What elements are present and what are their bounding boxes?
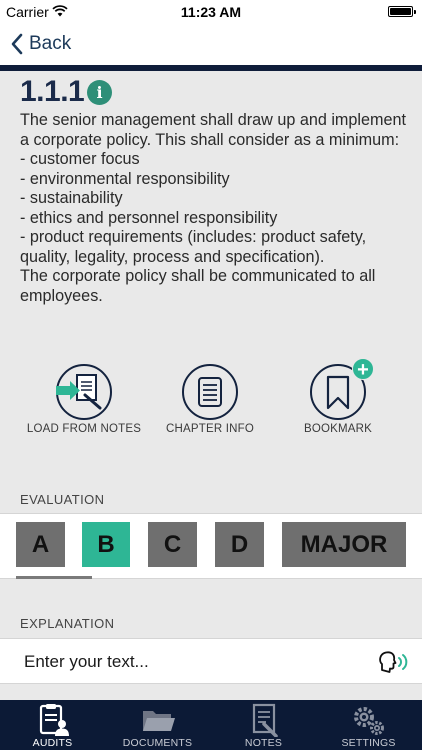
navigation-bar: Back xyxy=(0,24,422,65)
grade-b-button[interactable]: B xyxy=(82,522,130,567)
explanation-label: EXPLANATION xyxy=(20,616,115,631)
info-icon[interactable]: i xyxy=(87,80,112,105)
bookmark-button[interactable]: + BOOKMARK xyxy=(278,358,398,435)
requirement-detail: 1.1.1 i The senior management shall draw… xyxy=(0,71,422,700)
clock: 11:23 AM xyxy=(180,4,242,20)
tab-documents[interactable]: DOCUMENTS xyxy=(105,700,210,750)
grade-d-button[interactable]: D xyxy=(215,522,264,567)
evaluation-label: EVALUATION xyxy=(20,492,105,507)
gears-icon xyxy=(353,707,384,735)
back-button[interactable]: Back xyxy=(10,30,71,58)
tab-settings[interactable]: SETTINGS xyxy=(316,700,421,750)
tab-audits-label: AUDITS xyxy=(32,737,73,749)
explanation-input[interactable] xyxy=(24,648,354,676)
grade-a-button[interactable]: A xyxy=(16,522,65,567)
load-from-notes-label: LOAD FROM NOTES xyxy=(26,423,142,435)
tab-audits[interactable]: AUDITS xyxy=(0,700,105,750)
evaluation-options: A B C D MAJOR xyxy=(0,513,422,579)
status-bar: Carrier 11:23 AM xyxy=(0,0,422,24)
tab-bar: AUDITS DOCUMENTS NOTES SETTINGS xyxy=(0,700,422,750)
tab-notes-label: NOTES xyxy=(244,737,283,749)
folder-icon xyxy=(142,711,175,731)
plus-icon: + xyxy=(352,358,374,381)
back-label: Back xyxy=(29,33,72,54)
chapter-info-button[interactable]: CHAPTER INFO xyxy=(150,364,270,435)
tab-documents-label: DOCUMENTS xyxy=(122,737,193,749)
chevron-left-icon xyxy=(11,33,23,55)
battery-icon xyxy=(388,6,416,17)
requirement-number: 1.1.1 xyxy=(20,75,85,108)
bookmark-label: BOOKMARK xyxy=(303,423,373,435)
requirement-text: The senior management shall draw up and … xyxy=(20,111,407,305)
explanation-row xyxy=(0,638,422,684)
bookmark-icon: + xyxy=(310,358,374,420)
grade-c-button[interactable]: C xyxy=(148,522,197,567)
grade-major-button[interactable]: MAJOR xyxy=(282,522,406,567)
chapter-info-label: CHAPTER INFO xyxy=(165,423,254,435)
tab-notes[interactable]: NOTES xyxy=(211,700,316,750)
chapter-info-icon xyxy=(182,364,238,420)
load-from-notes-icon xyxy=(55,364,112,420)
voice-input-icon[interactable] xyxy=(378,650,410,674)
note-pencil-icon xyxy=(252,703,278,737)
evaluation-scroll-indicator xyxy=(16,576,92,579)
load-from-notes-button[interactable]: LOAD FROM NOTES xyxy=(24,364,144,435)
tab-settings-label: SETTINGS xyxy=(341,737,396,749)
audit-clipboard-icon xyxy=(39,704,69,736)
